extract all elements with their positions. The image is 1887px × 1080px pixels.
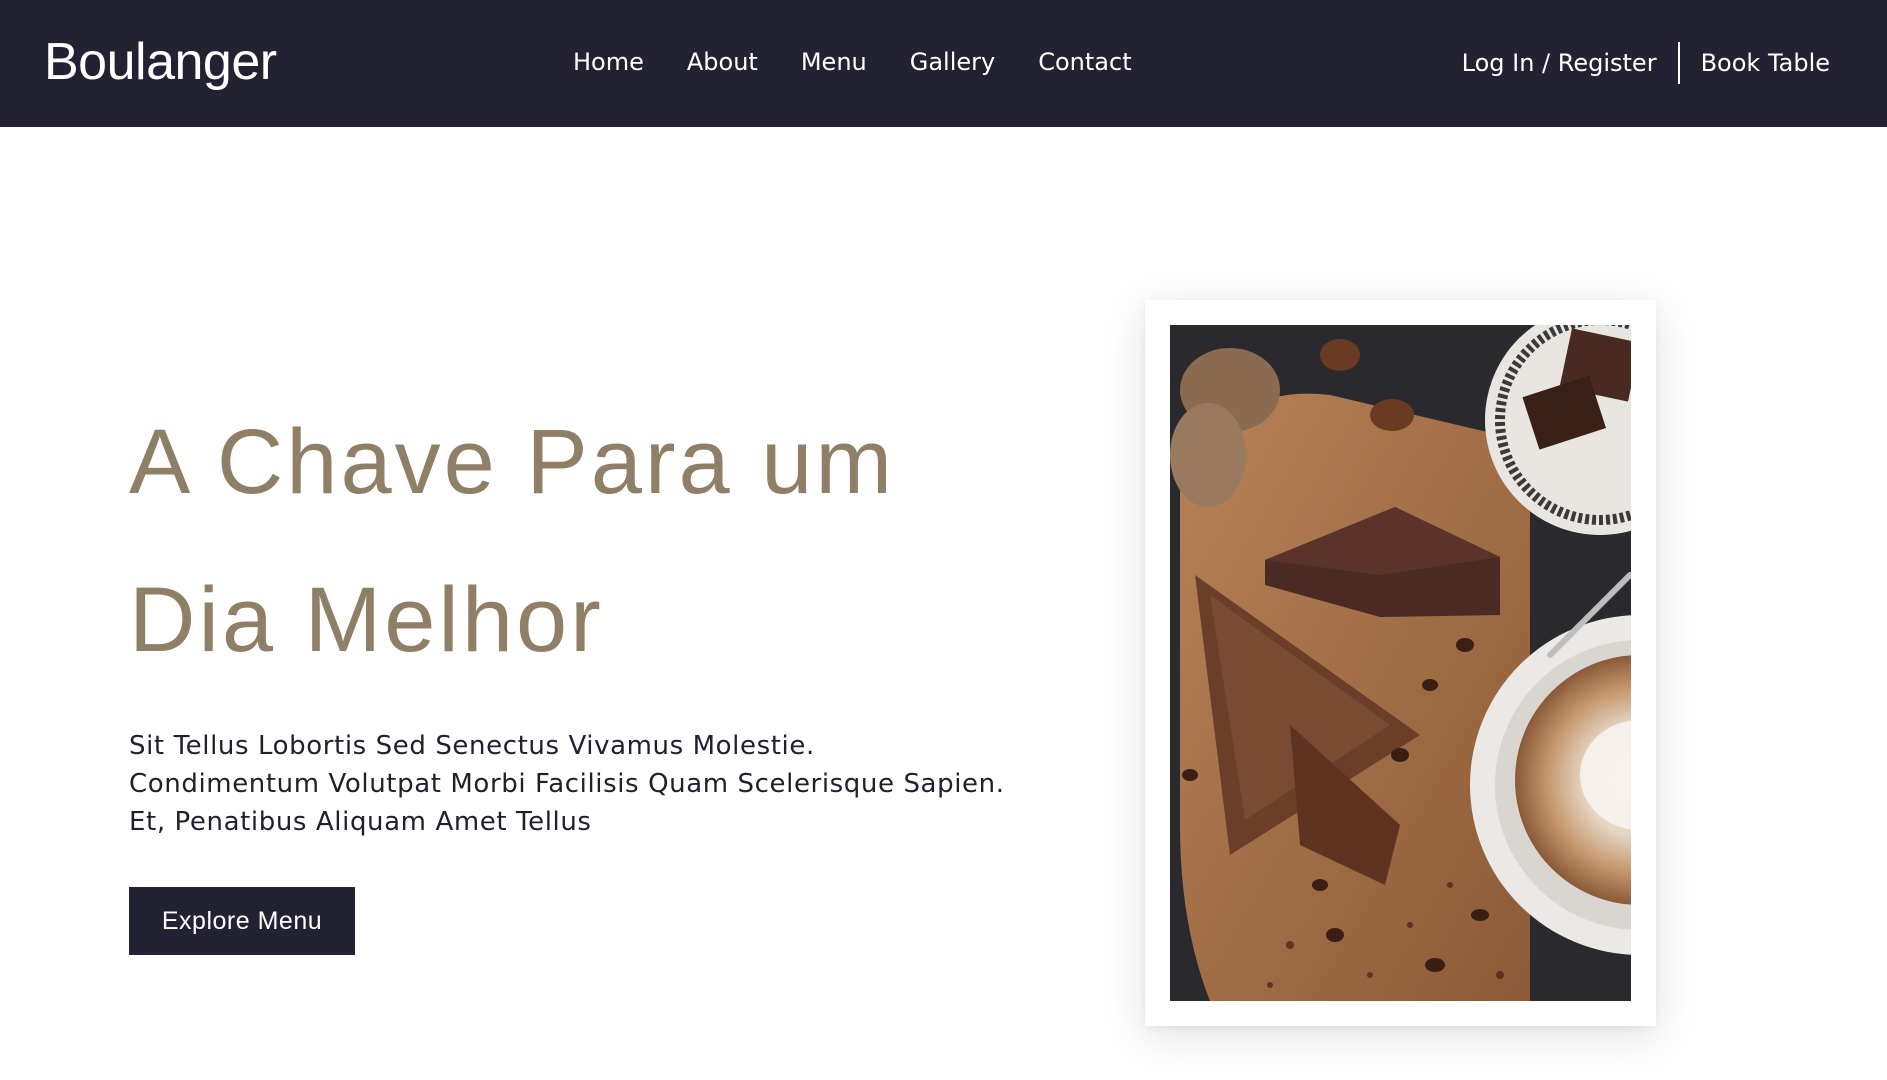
hero-title-line1: A Chave Para um — [129, 411, 896, 513]
hero-image-frame — [1145, 300, 1656, 1026]
nav-divider — [1677, 42, 1680, 84]
nav-about[interactable]: About — [687, 44, 758, 80]
explore-menu-button[interactable]: Explore Menu — [129, 887, 355, 955]
hero-title: A Chave Para um Dia Melhor — [129, 383, 1029, 699]
hero-description: Sit Tellus Lobortis Sed Senectus Vivamus… — [129, 731, 1005, 837]
nav-menu[interactable]: Menu — [801, 44, 867, 80]
nav-contact[interactable]: Contact — [1038, 44, 1131, 80]
top-navbar: Boulanger Home About Menu Gallery Contac… — [0, 0, 1887, 127]
nav-gallery[interactable]: Gallery — [910, 44, 995, 80]
nav-home[interactable]: Home — [573, 44, 644, 80]
main-nav: Home About Menu Gallery Contact — [573, 44, 1175, 80]
nav-actions: Log In / Register Book Table — [1462, 42, 1830, 84]
login-register-link[interactable]: Log In / Register — [1462, 43, 1657, 83]
hero-title-line2: Dia Melhor — [129, 569, 604, 671]
coffee-and-brownie-photo — [1170, 325, 1631, 1001]
book-table-link[interactable]: Book Table — [1701, 43, 1830, 83]
brand-logo[interactable]: Boulanger — [44, 30, 277, 94]
